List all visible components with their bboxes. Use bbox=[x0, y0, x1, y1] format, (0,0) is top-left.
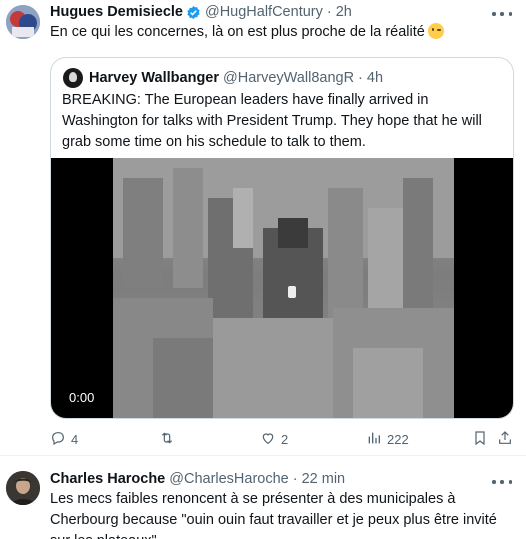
quoted-timestamp: 4h bbox=[366, 70, 384, 86]
more-icon[interactable] bbox=[492, 476, 512, 488]
quoted-tweet-header: Harvey Wallbanger @HarveyWall8angR · 4h bbox=[63, 68, 383, 88]
tweet-actions: 4 2 222 bbox=[50, 430, 516, 448]
like-button[interactable]: 2 bbox=[260, 430, 288, 449]
winking-face-emoji-icon bbox=[427, 23, 444, 39]
reply-icon bbox=[50, 430, 66, 449]
video-thumbnail bbox=[113, 158, 454, 418]
tweet-text: Les mecs faibles renoncent à se présente… bbox=[50, 491, 497, 539]
reply-count: 4 bbox=[71, 432, 79, 447]
avatar[interactable] bbox=[6, 5, 40, 39]
verified-badge-icon bbox=[186, 5, 201, 20]
quoted-tweet-text: BREAKING: The European leaders have fina… bbox=[62, 92, 482, 150]
retweet-button[interactable] bbox=[159, 430, 180, 449]
views-count: 222 bbox=[387, 432, 409, 447]
tweet-header: Charles Haroche @CharlesHaroche · 22 min bbox=[50, 471, 345, 487]
bookmark-icon bbox=[472, 430, 488, 449]
views-icon bbox=[366, 430, 382, 449]
separator-dot: · bbox=[292, 471, 298, 487]
bookmark-button[interactable] bbox=[472, 430, 488, 449]
views-button[interactable]: 222 bbox=[366, 430, 409, 449]
more-icon[interactable] bbox=[492, 8, 512, 20]
share-button[interactable] bbox=[497, 430, 513, 449]
separator-dot: · bbox=[326, 4, 332, 20]
video-player[interactable]: 0:00 bbox=[51, 158, 513, 418]
quoted-tweet[interactable]: Harvey Wallbanger @HarveyWall8angR · 4h … bbox=[50, 57, 514, 419]
tweet-text: En ce qui les concernes, là on est plus … bbox=[50, 22, 520, 43]
retweet-icon bbox=[159, 430, 175, 449]
handle[interactable]: @HugHalfCentury bbox=[205, 4, 323, 20]
separator-dot: · bbox=[358, 70, 363, 86]
quoted-handle: @HarveyWall8angR bbox=[223, 70, 355, 86]
like-icon bbox=[260, 430, 276, 449]
display-name[interactable]: Hugues Demisiecle bbox=[50, 4, 183, 20]
handle[interactable]: @CharlesHaroche bbox=[169, 471, 289, 487]
timestamp[interactable]: 22 min bbox=[302, 471, 346, 487]
reply-button[interactable]: 4 bbox=[50, 430, 78, 449]
timestamp[interactable]: 2h bbox=[336, 4, 352, 20]
share-icon bbox=[497, 430, 513, 449]
avatar[interactable] bbox=[6, 471, 40, 505]
like-count: 2 bbox=[281, 432, 289, 447]
display-name[interactable]: Charles Haroche bbox=[50, 471, 165, 487]
tweet-header: Hugues Demisiecle @HugHalfCentury · 2h bbox=[50, 4, 352, 20]
quoted-avatar bbox=[63, 68, 83, 88]
quoted-display-name: Harvey Wallbanger bbox=[89, 70, 220, 86]
video-time: 0:00 bbox=[69, 390, 95, 405]
